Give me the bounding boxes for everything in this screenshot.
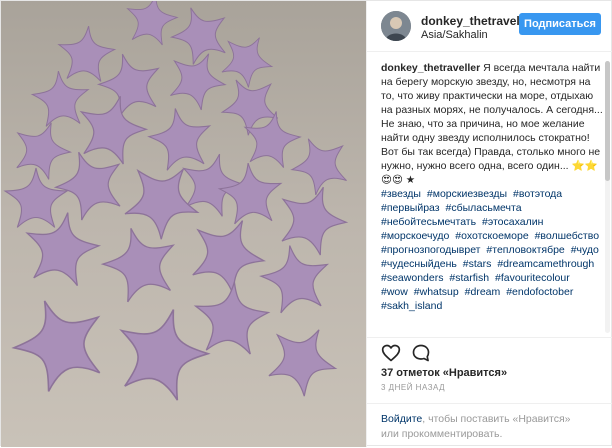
- avatar-image: [381, 11, 411, 41]
- comment-icon[interactable]: [411, 343, 431, 363]
- caption-text: Я всегда мечтала найти на берегу морскую…: [381, 62, 603, 186]
- login-prompt-text: Войдите, чтобы поставить «Нравится» или …: [381, 412, 599, 442]
- caption: donkey_thetraveller Я всегда мечтала най…: [381, 61, 603, 187]
- post-photo[interactable]: [1, 1, 366, 447]
- hashtag-link[interactable]: #wow: [381, 286, 408, 298]
- login-link[interactable]: Войдите: [381, 413, 422, 425]
- avatar[interactable]: [381, 11, 411, 41]
- action-bar: [367, 337, 612, 368]
- hashtag-link[interactable]: #whatsup: [414, 286, 459, 298]
- login-prompt: Войдите, чтобы поставить «Нравится» или …: [367, 403, 612, 448]
- hashtag-link[interactable]: #seawonders: [381, 272, 443, 284]
- post-timestamp[interactable]: 3 ДНЕЙ НАЗАД: [381, 383, 445, 392]
- hashtag-link[interactable]: #чудо: [571, 244, 599, 256]
- hashtag-link[interactable]: #вотэтода: [513, 188, 562, 200]
- hashtag-link[interactable]: #endofoctober: [506, 286, 573, 298]
- hashtag-link[interactable]: #dreamcamethrough: [497, 258, 594, 270]
- likes-count[interactable]: 37 отметок «Нравится»: [381, 367, 507, 379]
- hashtag-link[interactable]: #чудесныйдень: [381, 258, 457, 270]
- hashtag-link[interactable]: #stars: [463, 258, 492, 270]
- post-location[interactable]: Asia/Sakhalin: [421, 29, 488, 41]
- follow-button[interactable]: Подписаться: [519, 13, 601, 35]
- hashtag-link[interactable]: #небойтесьмечтать: [381, 216, 476, 228]
- post-sidebar: donkey_thetravell Asia/Sakhalin Подписат…: [366, 1, 612, 447]
- heart-icon[interactable]: [381, 343, 401, 363]
- instagram-post: donkey_thetravell Asia/Sakhalin Подписат…: [0, 0, 612, 447]
- hashtag-link[interactable]: #favouritecolour: [495, 272, 570, 284]
- login-prompt-middle: , чтобы поставить «Нравится»: [422, 413, 571, 425]
- hashtag-link[interactable]: #морскоечудо: [381, 230, 449, 242]
- hashtag-link[interactable]: #первыйраз: [381, 202, 440, 214]
- hashtag-link[interactable]: #охотскоеморе: [455, 230, 528, 242]
- post-header: donkey_thetravell Asia/Sakhalin Подписат…: [367, 1, 612, 52]
- hashtag-link[interactable]: #волшебство: [535, 230, 599, 242]
- hashtag-link[interactable]: #этосахалин: [482, 216, 543, 228]
- hashtag-link[interactable]: #starfish: [449, 272, 489, 284]
- hashtag-link[interactable]: #звезды: [381, 188, 421, 200]
- hashtag-link[interactable]: #сбыласьмечта: [446, 202, 522, 214]
- scrollbar-thumb[interactable]: [605, 61, 610, 181]
- hashtag-link[interactable]: #dream: [465, 286, 501, 298]
- hashtag-link[interactable]: #прогнозпогодыврет: [381, 244, 481, 256]
- login-prompt-end: или прокомментировать.: [381, 428, 503, 440]
- hashtag-link[interactable]: #морскиезвезды: [427, 188, 507, 200]
- comments-area: donkey_thetraveller Я всегда мечтала най…: [381, 61, 603, 333]
- caption-author[interactable]: donkey_thetraveller: [381, 62, 480, 74]
- starfish-beach-image: [1, 1, 366, 447]
- hashtag-link[interactable]: #sakh_island: [381, 300, 442, 312]
- hashtag-list: #звезды #морскиезвезды #вотэтода #первый…: [381, 187, 603, 313]
- hashtag-link[interactable]: #тепловоктябре: [486, 244, 564, 256]
- post-author-username[interactable]: donkey_thetravell: [421, 14, 523, 28]
- comments-scrollbar[interactable]: [605, 61, 610, 333]
